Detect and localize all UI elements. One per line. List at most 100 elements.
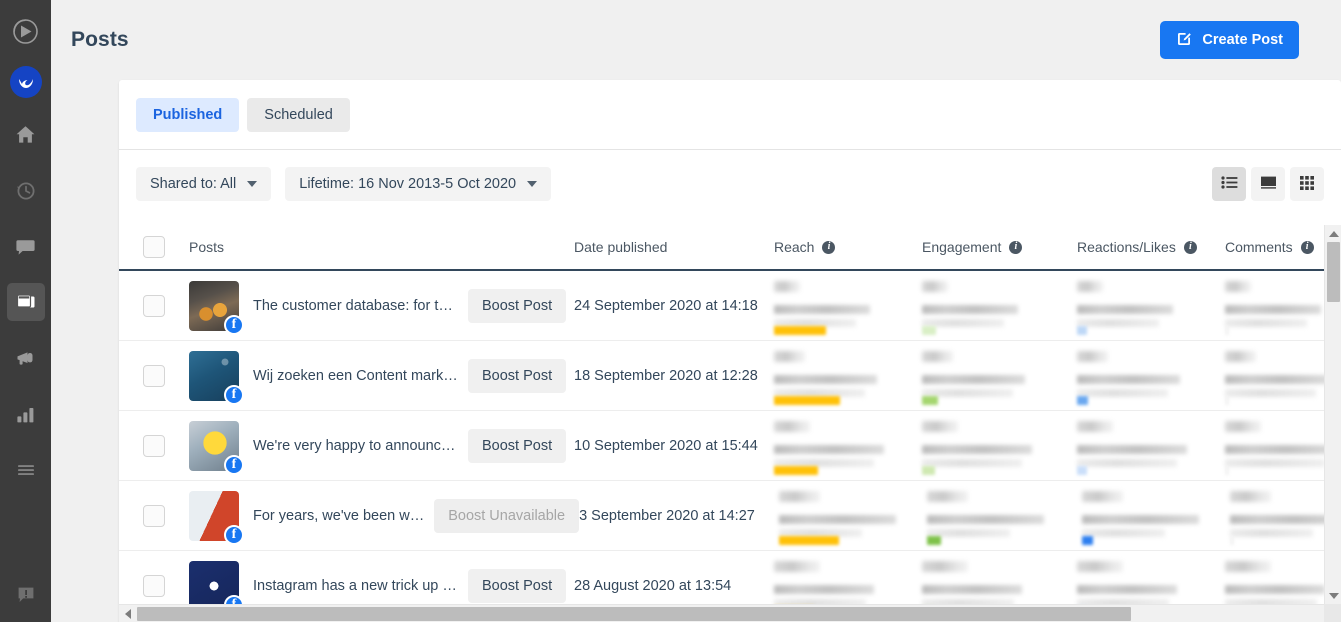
reactions-likes-bar [1077, 465, 1087, 475]
reactions-likes-cell [1077, 347, 1225, 405]
scroll-left-arrow[interactable] [119, 605, 137, 622]
vertical-scroll-thumb[interactable] [1327, 242, 1340, 302]
tab-bar: Published Scheduled [119, 80, 1341, 132]
row-checkbox[interactable] [143, 364, 165, 387]
table-row[interactable]: f The customer database: for te… Boost Pos… [119, 271, 1341, 341]
engagement-sublabel [927, 514, 1045, 524]
list-view-button[interactable] [1212, 167, 1246, 201]
horizontal-scroll-thumb[interactable] [137, 607, 1131, 621]
comments-sublabel [1225, 304, 1321, 314]
home-icon [15, 124, 36, 145]
boost-post-button[interactable]: Boost Post [468, 568, 567, 603]
megaphone-icon [15, 347, 37, 369]
boost-post-button[interactable]: Boost Post [468, 358, 567, 393]
workspace-avatar[interactable] [10, 67, 41, 97]
date-published-value: 24 September 2020 at 14:18 [574, 297, 758, 314]
sidebar-item-more[interactable] [7, 451, 45, 489]
table-row[interactable]: f Wij zoeken een Content market… Boost Pos… [119, 341, 1341, 411]
row-checkbox[interactable] [143, 504, 165, 527]
grid-view-button[interactable] [1290, 167, 1324, 201]
row-select-cell [119, 574, 189, 597]
comments-value [1225, 560, 1271, 572]
sidebar-item-reports[interactable] [7, 395, 45, 433]
sidebar-item-promote[interactable] [7, 339, 45, 377]
scrollbar-corner [1324, 604, 1341, 622]
reactions-likes-sublabel [1077, 584, 1177, 594]
info-icon[interactable]: i [822, 240, 836, 254]
sidebar-item-posts[interactable] [6, 283, 45, 321]
comments-sublabel [1225, 444, 1335, 454]
create-post-button[interactable]: Create Post [1160, 21, 1299, 59]
reactions-likes-value [1077, 280, 1103, 292]
facebook-badge-icon: f [224, 524, 244, 545]
table-row[interactable]: f Instagram has a new trick up it… Boost P… [119, 551, 1341, 604]
bar-chart-icon [15, 404, 36, 425]
engagement-cell [922, 417, 1077, 475]
info-icon[interactable]: i [1300, 240, 1314, 254]
sidebar-item-messages[interactable] [7, 227, 45, 265]
post-thumbnail[interactable]: f [189, 560, 244, 604]
reactions-likes-sublabel [1077, 374, 1180, 384]
post-title[interactable]: The customer database: for te… [253, 298, 458, 314]
engagement-bar [922, 325, 936, 335]
page-title: Posts [71, 28, 129, 51]
tab-scheduled[interactable]: Scheduled [247, 98, 350, 132]
vertical-scrollbar[interactable] [1324, 225, 1341, 604]
app-root: Posts Create Post Published Scheduled Sh… [0, 0, 1341, 622]
engagement-cell [922, 347, 1077, 405]
reach-cell [779, 487, 927, 545]
feedback-icon[interactable] [9, 578, 43, 612]
post-title[interactable]: For years, we've been w… [253, 508, 424, 524]
reach-value [774, 420, 810, 432]
boost-post-button[interactable]: Boost Post [468, 288, 567, 323]
clock-icon [15, 180, 36, 201]
date-published-cell: 3 September 2020 at 14:27 [579, 507, 779, 525]
table-row[interactable]: f We're very happy to announce t… Boost Po… [119, 411, 1341, 481]
date-range-filter[interactable]: Lifetime: 16 Nov 2013-5 Oct 2020 [285, 167, 552, 201]
row-checkbox[interactable] [143, 294, 165, 317]
reach-sublabel [774, 444, 884, 454]
comments-sublabel [1225, 584, 1325, 594]
comments-value [1225, 350, 1256, 362]
reactions-likes-value [1077, 560, 1123, 572]
col-engagement-label: Engagement [922, 239, 1002, 255]
post-thumbnail[interactable]: f [189, 350, 244, 405]
post-title[interactable]: Wij zoeken een Content market… [253, 368, 458, 384]
row-checkbox[interactable] [143, 574, 165, 597]
facebook-badge-icon: f [224, 384, 244, 405]
info-icon[interactable]: i [1009, 240, 1023, 254]
date-published-cell: 10 September 2020 at 15:44 [574, 437, 774, 455]
horizontal-scrollbar[interactable] [119, 604, 1341, 622]
list-view-icon [1220, 175, 1238, 193]
info-icon[interactable]: i [1183, 240, 1197, 254]
shared-to-filter[interactable]: Shared to: All [136, 167, 272, 201]
post-thumbnail[interactable]: f [189, 420, 244, 475]
sidebar-item-activity[interactable] [7, 171, 45, 209]
col-posts: Posts [189, 239, 225, 255]
boost-post-button[interactable]: Boost Post [468, 428, 567, 463]
scroll-down-arrow[interactable] [1325, 587, 1341, 604]
post-thumbnail[interactable]: f [189, 490, 244, 545]
table-row[interactable]: f For years, we've been w… Boost Unavailab… [119, 481, 1341, 551]
engagement-sublabel [922, 374, 1025, 384]
post-title[interactable]: Instagram has a new trick up it… [253, 578, 458, 594]
comments-value [1225, 280, 1251, 292]
comments-bar [1230, 535, 1235, 545]
select-all-checkbox[interactable] [143, 236, 165, 258]
post-cell: f Wij zoeken een Content market… Boost Pos… [189, 350, 574, 405]
collapse-nav-icon[interactable] [9, 14, 43, 48]
row-select-cell [119, 364, 189, 387]
sidebar-item-home[interactable] [7, 115, 45, 153]
main-content: Posts Create Post Published Scheduled Sh… [51, 0, 1341, 622]
tab-published[interactable]: Published [136, 98, 240, 132]
reach-value [774, 560, 820, 572]
scroll-up-arrow[interactable] [1325, 225, 1341, 242]
post-title[interactable]: We're very happy to announce t… [253, 438, 458, 454]
card-view-button[interactable] [1251, 167, 1285, 201]
post-thumbnail[interactable]: f [189, 280, 244, 335]
col-date-published: Date published [574, 239, 668, 255]
comments-bar [1225, 325, 1229, 335]
posts-card: Published Scheduled Shared to: All Lifet… [119, 80, 1341, 622]
row-checkbox[interactable] [143, 434, 165, 457]
posts-icon [15, 291, 37, 313]
